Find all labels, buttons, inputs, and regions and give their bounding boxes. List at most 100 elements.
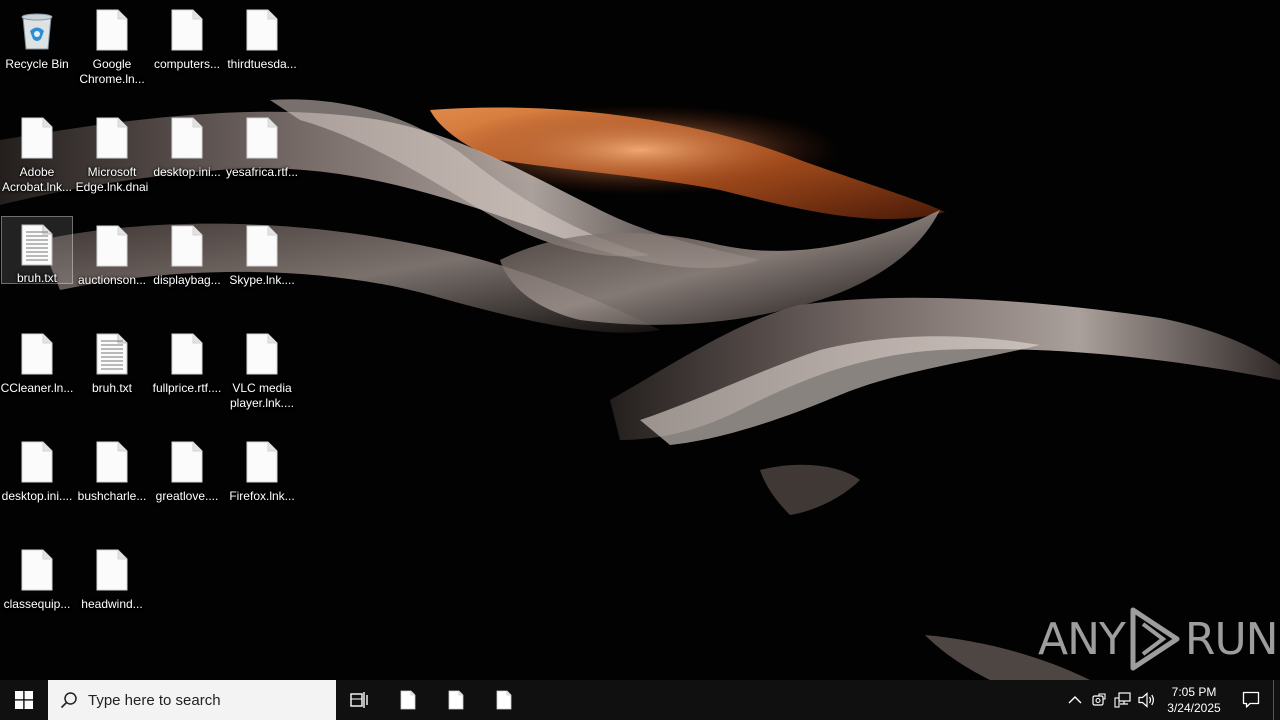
file-icon [448,690,464,710]
text-file-icon [17,224,57,266]
desktop-icon-label: Firefox.lnk... [229,489,295,503]
desktop-icon[interactable]: VLC media player.lnk.... [226,324,298,424]
desktop-icon-label: bushcharle... [77,489,147,503]
desktop-icon-label: bruh.txt [16,271,58,285]
desktop-icon-label: auctionson... [77,273,147,287]
desktop-icon[interactable]: auctionson... [76,216,148,316]
desktop-icon[interactable]: Google Chrome.ln... [76,0,148,100]
desktop-icon[interactable]: Firefox.lnk... [226,432,298,532]
taskbar-app-file-3[interactable] [480,680,528,720]
show-hidden-icons-button[interactable] [1063,680,1087,720]
meet-now-icon [1092,693,1106,706]
taskbar-app-file-2[interactable] [432,680,480,720]
search-icon [60,692,77,709]
desktop-icon[interactable]: Adobe Acrobat.lnk... [1,108,73,208]
desktop-icon-label: Adobe Acrobat.lnk... [1,165,73,194]
file-icon [242,8,282,52]
file-icon [17,332,57,376]
desktop-icon-label: Microsoft Edge.lnk.dnai [75,165,149,194]
desktop-icon[interactable]: bruh.txt [1,216,73,285]
file-icon [92,440,132,484]
desktop-icon-label: VLC media player.lnk.... [229,381,295,410]
file-icon [242,332,282,376]
desktop-icon[interactable]: yesafrica.rtf... [226,108,298,208]
start-button[interactable] [0,680,48,720]
file-icon [242,116,282,160]
text-file-icon [92,332,132,376]
clock-date: 3/24/2025 [1167,701,1221,715]
desktop-icon-label: desktop.ini.... [1,489,73,503]
file-icon [17,548,57,592]
file-icon [92,548,132,592]
file-icon [17,440,57,484]
desktop-icon[interactable]: displaybag... [151,216,223,316]
file-icon [167,332,207,376]
taskbar-app-file-1[interactable] [384,680,432,720]
file-icon [167,116,207,160]
action-center-button[interactable] [1229,680,1273,720]
task-view-icon [350,692,368,708]
desktop-icon-grid: Recycle Bin Google Chrome.ln... computers.… [0,0,300,680]
desktop-icon[interactable]: desktop.ini... [151,108,223,208]
windows-logo-icon [15,691,33,709]
desktop-icon-label: displaybag... [153,273,221,287]
recycle-bin-icon [17,8,57,52]
clock-time: 7:05 PM [1171,685,1217,699]
taskbar-clock[interactable]: 7:05 PM 3/24/2025 [1159,680,1229,720]
desktop-icon-label: desktop.ini... [153,165,221,179]
system-tray: 7:05 PM 3/24/2025 [1063,680,1280,720]
file-icon [167,224,207,268]
desktop-icon-label: computers... [153,57,221,71]
desktop-icon[interactable]: thirdtuesda... [226,0,298,100]
desktop-icon-label: Recycle Bin [5,57,69,71]
desktop-icon-label: CCleaner.ln... [0,381,74,395]
desktop-icon[interactable]: Skype.lnk.... [226,216,298,316]
desktop-icon[interactable]: bushcharle... [76,432,148,532]
desktop-icon-label: greatlove.... [155,489,219,503]
desktop-icon-label: Skype.lnk.... [229,273,295,287]
desktop-icon-label: yesafrica.rtf... [225,165,299,179]
desktop-icon[interactable]: greatlove.... [151,432,223,532]
desktop-icon-label: fullprice.rtf.... [152,381,222,395]
network-icon [1114,692,1131,708]
desktop-icon[interactable]: fullprice.rtf.... [151,324,223,424]
volume-icon [1138,692,1154,708]
desktop-icon[interactable]: CCleaner.ln... [1,324,73,424]
desktop-icon[interactable]: Microsoft Edge.lnk.dnai [76,108,148,208]
desktop-icon[interactable]: classequip... [1,540,73,640]
desktop-icon[interactable]: headwind... [76,540,148,640]
desktop-icon[interactable]: bruh.txt [76,324,148,424]
desktop-icon-label: thirdtuesda... [227,57,297,71]
desktop-icon[interactable]: computers... [151,0,223,100]
search-placeholder: Type here to search [88,691,221,709]
search-box[interactable]: Type here to search [48,680,336,720]
desktop-icon-label: headwind... [81,597,143,611]
file-icon [242,440,282,484]
desktop[interactable]: Recycle Bin Google Chrome.ln... computers.… [0,0,1280,680]
file-icon [92,8,132,52]
network-button[interactable] [1111,680,1135,720]
desktop-icon-label: classequip... [3,597,71,611]
file-icon [167,440,207,484]
watermark-any-text: ANY [1038,613,1126,665]
desktop-icon[interactable]: desktop.ini.... [1,432,73,532]
chevron-up-icon [1068,696,1082,704]
file-icon [400,690,416,710]
desktop-icon-label: bruh.txt [91,381,133,395]
file-icon [496,690,512,710]
file-icon [167,8,207,52]
action-center-icon [1242,691,1260,708]
file-icon [242,224,282,268]
desktop-icon-label: Google Chrome.ln... [79,57,145,86]
volume-button[interactable] [1135,680,1159,720]
file-icon [92,224,132,268]
taskbar: Type here to search 7:05 PM 3/24/2025 [0,680,1280,720]
file-icon [92,116,132,160]
task-view-button[interactable] [336,680,384,720]
play-logo-icon [1130,607,1180,671]
watermark-run-text: RUN [1184,613,1279,665]
anyrun-watermark: ANY RUN [1038,606,1279,672]
desktop-icon[interactable]: Recycle Bin [1,0,73,100]
show-desktop-button[interactable] [1273,680,1280,720]
meet-now-button[interactable] [1087,680,1111,720]
